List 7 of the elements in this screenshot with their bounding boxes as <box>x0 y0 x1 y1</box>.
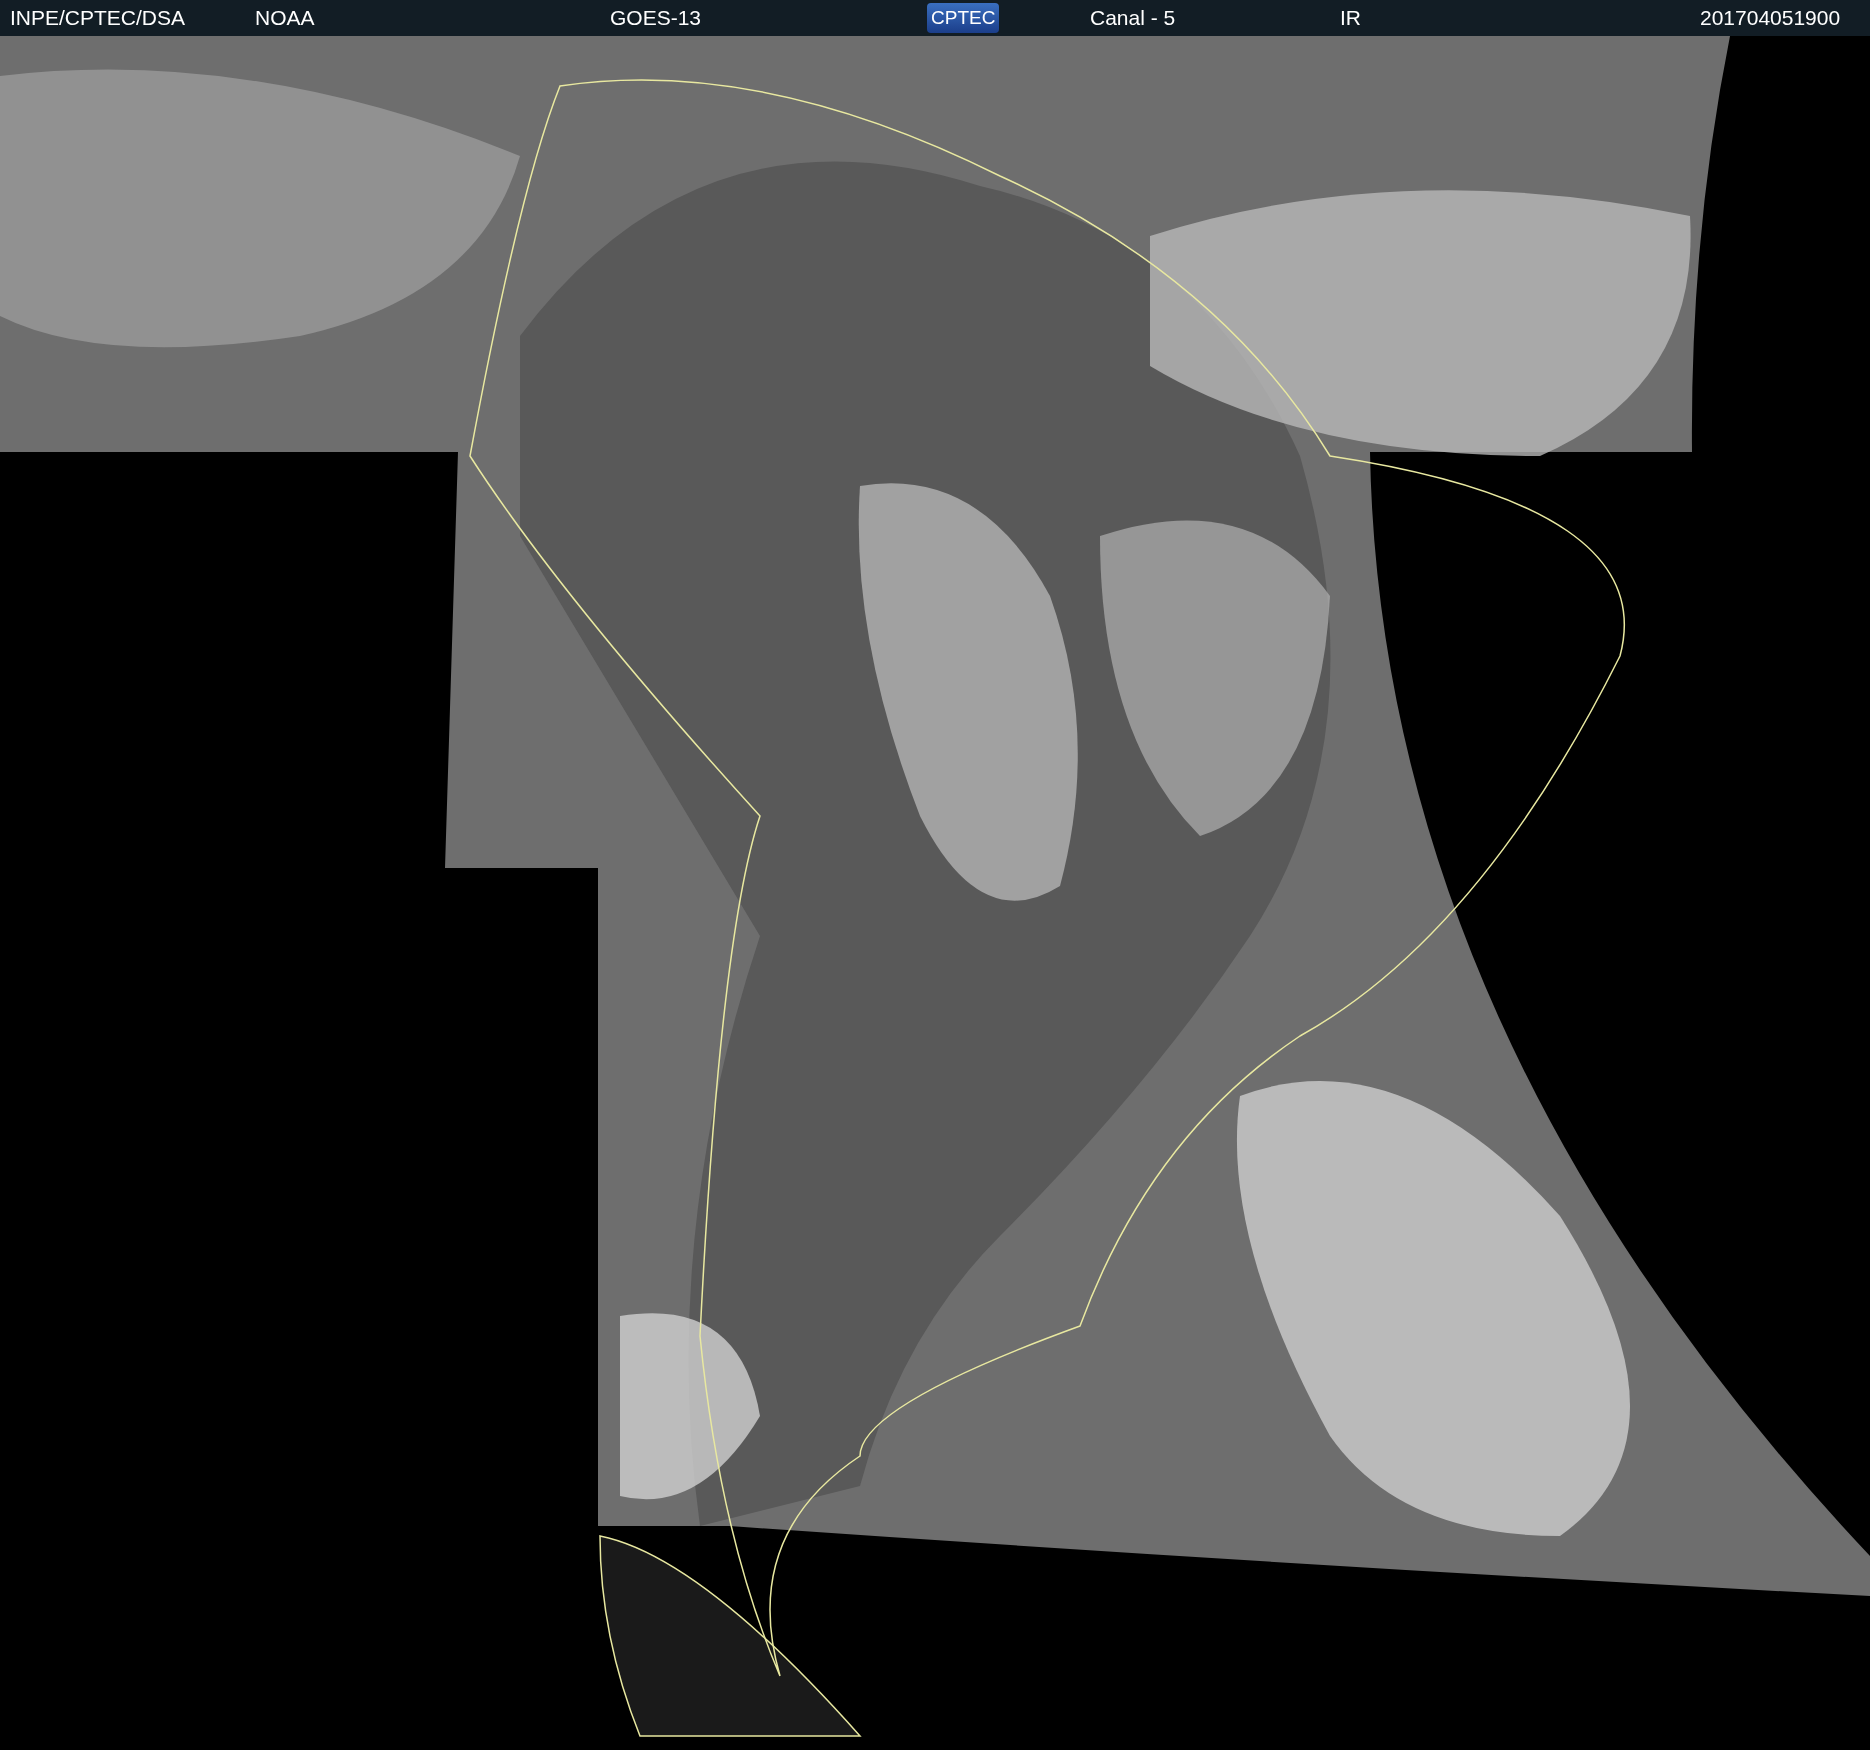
header-label: NOAA <box>255 6 315 30</box>
header-label: IR <box>1340 6 1361 30</box>
logo: CPTEC <box>927 3 1000 33</box>
header-label: Canal - 5 <box>1090 6 1176 30</box>
header-label: GOES-13 <box>610 6 702 30</box>
header-label: INPE/CPTEC/DSA <box>10 6 186 30</box>
header-label: 201704051900 <box>1700 6 1841 30</box>
